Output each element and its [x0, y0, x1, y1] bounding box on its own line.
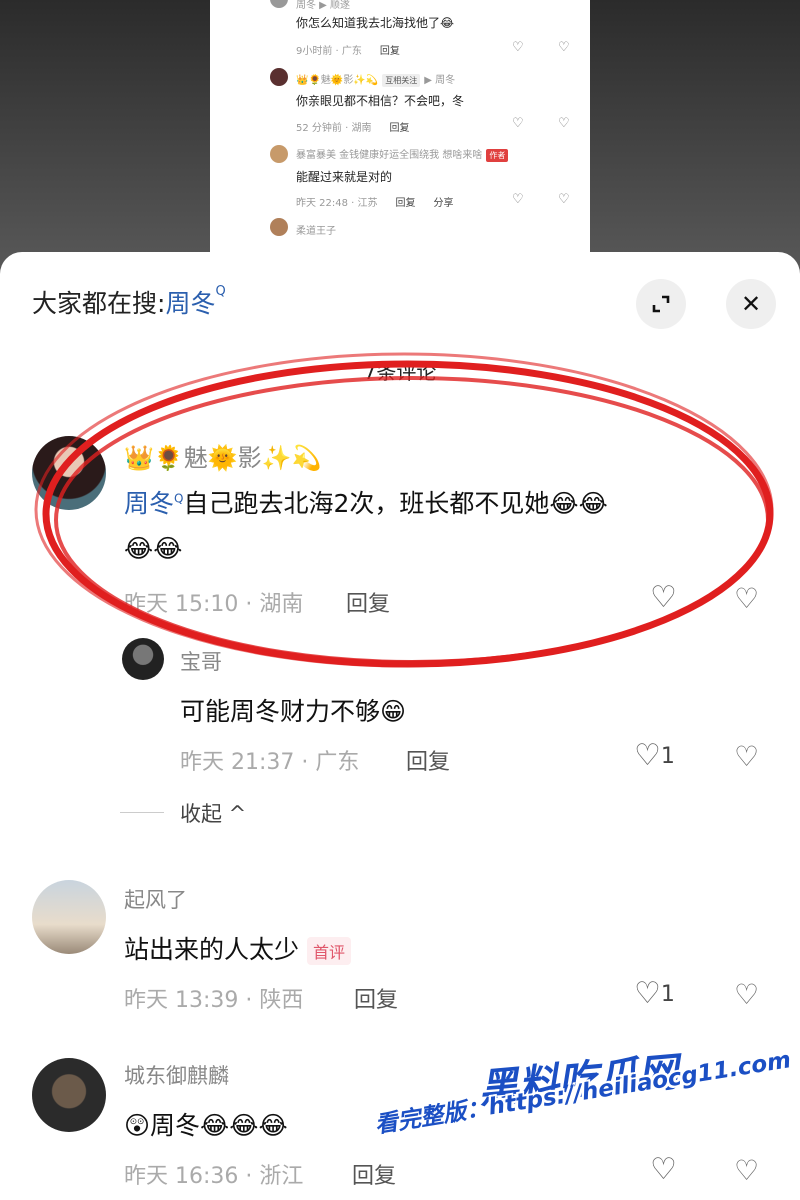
- comment-author[interactable]: 👑🌻魅🌞影✨💫: [124, 438, 321, 473]
- search-icon: Q: [215, 284, 226, 299]
- comment-count: 7条评论: [363, 360, 437, 384]
- comment-author[interactable]: 宝哥: [180, 646, 222, 676]
- mini-text: 能醒过来就是对的: [296, 170, 393, 184]
- broken-heart-icon: ♡: [734, 740, 760, 773]
- heart-icon: ♡: [650, 1152, 677, 1187]
- dislike-button[interactable]: ♡: [734, 582, 759, 615]
- comment-text: 站出来的人太少 首评: [124, 930, 352, 966]
- comment-text: 周冬Q自己跑去北海2次，班长都不见她😂😂: [124, 489, 608, 518]
- close-icon: ✕: [740, 290, 762, 318]
- heart-icon[interactable]: ♡: [512, 192, 524, 207]
- avatar[interactable]: [32, 436, 106, 510]
- heart-icon: ♡: [634, 738, 661, 773]
- dislike-button[interactable]: ♡: [734, 1154, 759, 1187]
- heart-icon: ♡: [634, 976, 661, 1011]
- embedded-screenshot: 周冬 ▶ 顺遂 你怎么知道我去北海找他了😂 9小时前 · 广东 回复 ♡ ♡ 👑🌻…: [210, 0, 590, 262]
- mini-text: 你亲眼见都不相信？不会吧，冬: [296, 94, 465, 108]
- avatar: [270, 218, 288, 236]
- expand-icon: [652, 295, 670, 313]
- like-button[interactable]: ♡1: [634, 738, 675, 773]
- search-suggestion[interactable]: 大家都在搜:周冬Q: [32, 284, 226, 320]
- avatar[interactable]: [122, 638, 164, 680]
- heart-icon: ♡: [650, 580, 677, 615]
- comment-author[interactable]: 起风了: [124, 884, 187, 914]
- mini-meta: 9小时前 · 广东 回复: [296, 46, 400, 57]
- comment-meta: 昨天 15:10 · 湖南: [124, 592, 304, 617]
- reply-button[interactable]: 回复: [354, 982, 398, 1014]
- search-keyword[interactable]: 周冬: [165, 289, 215, 318]
- dislike-icon[interactable]: ♡: [558, 192, 570, 207]
- mini-name: 周冬 ▶ 顺遂: [296, 0, 351, 11]
- avatar[interactable]: [32, 880, 106, 954]
- like-button[interactable]: ♡1: [634, 976, 675, 1011]
- mini-meta: 昨天 22:48 · 江苏 回复 分享: [296, 198, 454, 209]
- mini-text: 你怎么知道我去北海找他了😂: [296, 16, 455, 30]
- mini-meta: 52 分钟前 · 湖南 回复: [296, 123, 410, 134]
- collapse-replies-button[interactable]: 收起 ^: [180, 798, 246, 828]
- dislike-icon[interactable]: ♡: [558, 40, 570, 55]
- broken-heart-icon: ♡: [734, 978, 760, 1011]
- dislike-icon[interactable]: ♡: [558, 116, 570, 131]
- comment-meta: 昨天 13:39 · 陕西: [124, 988, 304, 1013]
- dislike-button[interactable]: ♡: [734, 740, 759, 773]
- avatar[interactable]: [32, 1058, 106, 1132]
- heart-icon[interactable]: ♡: [512, 116, 524, 131]
- mini-name: 👑🌻魅🌞影✨💫 互相关注 ▶ 周冬: [296, 74, 456, 87]
- avatar: [270, 0, 288, 8]
- broken-heart-icon: ♡: [734, 1154, 760, 1187]
- broken-heart-icon: ♡: [734, 582, 760, 615]
- like-button[interactable]: ♡: [650, 1152, 677, 1187]
- mini-name: 暴富暴美 金钱健康好运全围绕我 想啥来啥 作者: [296, 146, 509, 162]
- comment-meta: 昨天 21:37 · 广东: [180, 750, 360, 775]
- mini-name: 柔道王子: [296, 226, 336, 237]
- reply-button[interactable]: 回复: [346, 586, 390, 618]
- mention-link[interactable]: 周冬Q: [124, 489, 183, 518]
- heart-icon[interactable]: ♡: [512, 40, 524, 55]
- comment-meta: 昨天 16:36 · 浙江: [124, 1164, 304, 1189]
- reply-button[interactable]: 回复: [406, 744, 450, 776]
- comment-text: 可能周冬财力不够😁: [180, 697, 407, 726]
- close-button[interactable]: ✕: [726, 279, 776, 329]
- expand-button[interactable]: [636, 279, 686, 329]
- avatar: [270, 68, 288, 86]
- dislike-button[interactable]: ♡: [734, 978, 759, 1011]
- like-button[interactable]: ♡: [650, 580, 677, 615]
- divider: [120, 812, 164, 813]
- reply-button[interactable]: 回复: [352, 1158, 396, 1190]
- avatar: [270, 145, 288, 163]
- comment-text-continued: 😂😂: [124, 534, 183, 563]
- comment-text: 😲周冬😂😂😂: [124, 1111, 288, 1140]
- first-comment-badge: 首评: [307, 937, 352, 965]
- comment-author[interactable]: 城东御麒麟: [124, 1060, 229, 1090]
